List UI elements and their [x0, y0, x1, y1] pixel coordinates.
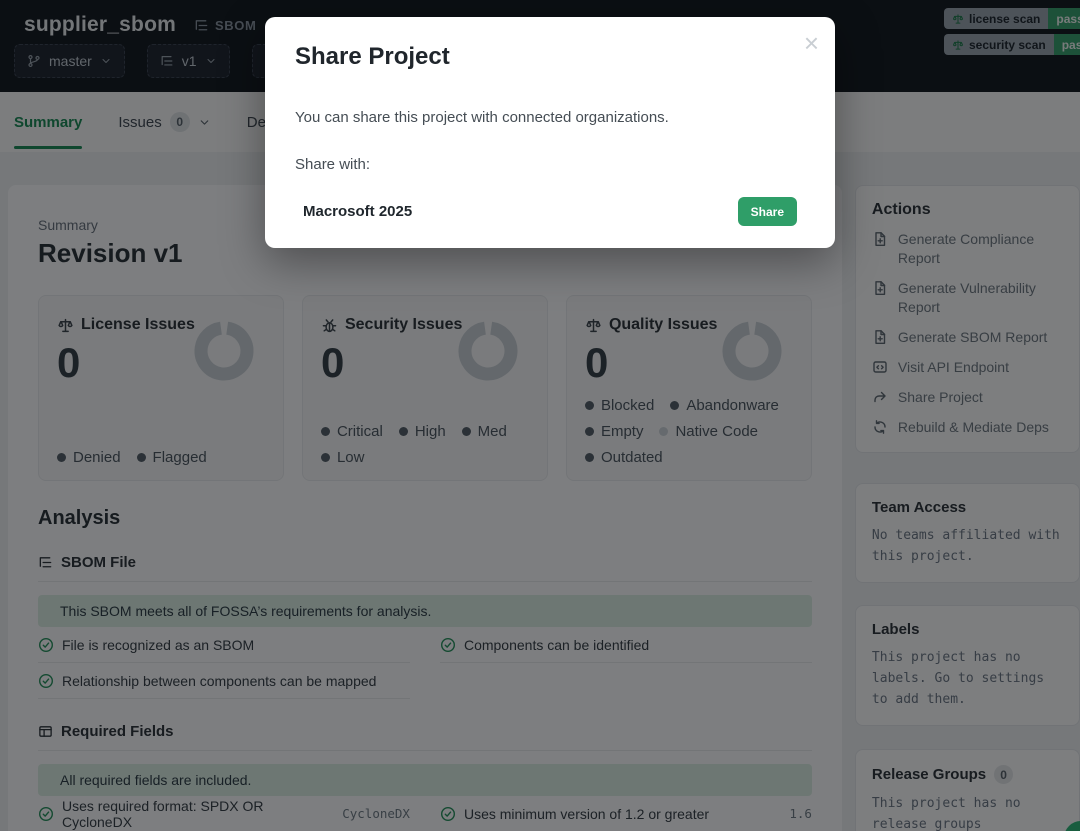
close-icon[interactable]: × — [804, 25, 819, 61]
modal-description: You can share this project with connecte… — [295, 109, 669, 126]
organization-name: Macrosoft 2025 — [303, 203, 412, 220]
share-with-label: Share with: — [295, 156, 370, 173]
app-window: supplier_sbom SBOM license scan passing — [0, 0, 1080, 831]
share-project-modal: × Share Project You can share this proje… — [265, 17, 835, 248]
modal-title: Share Project — [295, 43, 450, 71]
share-button[interactable]: Share — [738, 197, 797, 226]
